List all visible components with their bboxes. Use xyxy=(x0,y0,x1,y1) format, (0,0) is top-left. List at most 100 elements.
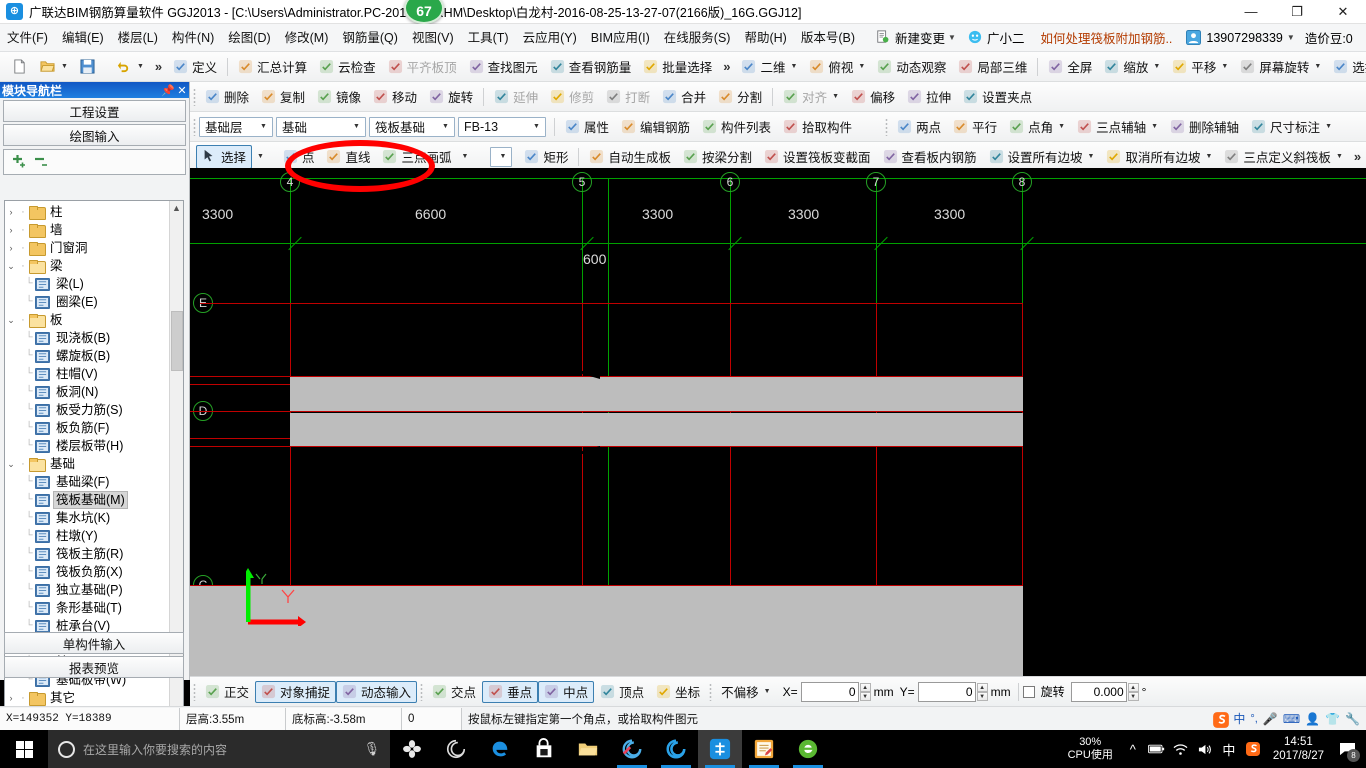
taskbar-sogou-icon[interactable] xyxy=(1241,730,1265,768)
drawing-input-button[interactable]: 绘图输入 xyxy=(3,124,186,146)
taskbar-sogou-pinwheel-icon[interactable] xyxy=(390,730,434,768)
toolbar-grip[interactable] xyxy=(709,682,713,701)
single-component-input-button[interactable]: 单构件输入 xyxy=(4,632,184,654)
slab-region-bottom[interactable] xyxy=(190,586,1023,676)
save-button[interactable] xyxy=(74,55,102,79)
assistant-button[interactable]: 广小二 xyxy=(962,28,1031,47)
toolbar-button-sigma-icon[interactable]: 汇总计算 xyxy=(232,55,313,79)
scroll-up-icon[interactable]: ▲ xyxy=(170,201,183,215)
style-combo[interactable]: ▼ xyxy=(490,146,513,167)
edit-button-move-icon[interactable]: 移动 xyxy=(367,85,423,109)
menu-item-5[interactable]: 修改(M) xyxy=(278,27,336,49)
view-button-fullscreen-icon[interactable]: 全屏 xyxy=(1042,55,1098,79)
drawing-canvas[interactable]: 45678EDC 33006600330033003300600 xyxy=(190,168,1366,676)
edit-button-set-grip-icon[interactable]: 设置夹点 xyxy=(957,85,1038,109)
view-button-select-floor-icon[interactable]: 选择楼层 xyxy=(1327,55,1366,79)
account-area[interactable]: 13907298339 ▼ xyxy=(1182,29,1298,46)
component-button-edit-rebar-icon[interactable]: 编辑钢筋 xyxy=(615,115,696,139)
component-button-component-list-icon[interactable]: 构件列表 xyxy=(696,115,777,139)
tree-item-12[interactable]: └ 板负筋(F) xyxy=(5,419,170,437)
bell-button[interactable] xyxy=(1359,30,1366,46)
axis-bubble-8[interactable]: 8 xyxy=(1012,172,1032,192)
tray-chevron-icon[interactable]: ^ xyxy=(1121,730,1145,768)
mic-icon[interactable]: 🎤 xyxy=(1263,712,1278,726)
menu-item-1[interactable]: 编辑(E) xyxy=(55,27,111,49)
chevron-down-icon[interactable]: ▼ xyxy=(1336,153,1343,160)
menu-item-8[interactable]: 工具(T) xyxy=(461,27,516,49)
toolbar-grip[interactable] xyxy=(193,682,196,701)
edit-button-copy-icon[interactable]: 复制 xyxy=(255,85,311,109)
user-icon[interactable]: 👤 xyxy=(1305,712,1320,726)
raft-button-three-point-slope-icon[interactable]: 三点定义斜筏板 ▼ xyxy=(1218,145,1348,169)
menu-item-10[interactable]: BIM应用(I) xyxy=(584,27,657,49)
tree-item-6[interactable]: ⌄ · 板 xyxy=(5,311,170,329)
edit-button-stretch-icon[interactable]: 拉伸 xyxy=(901,85,957,109)
new-file-button[interactable] xyxy=(6,55,34,79)
edit-button-mirror-icon[interactable]: 镜像 xyxy=(311,85,367,109)
taskbar-notepad-icon[interactable] xyxy=(742,730,786,768)
axis-button-dimension-icon[interactable]: 尺寸标注 ▼ xyxy=(1245,115,1338,139)
microphone-icon[interactable]: 🎙 xyxy=(363,741,380,757)
tree-item-13[interactable]: └ 楼层板带(H) xyxy=(5,437,170,455)
pin-icon[interactable]: 📌 xyxy=(161,84,175,97)
toolbar-grip[interactable] xyxy=(193,87,196,106)
wrench-icon[interactable]: 🔧 xyxy=(1345,712,1360,726)
axis-button-point-angle-icon[interactable]: 点角 ▼ xyxy=(1003,115,1071,139)
chevron-right-icon[interactable]: › xyxy=(5,207,17,217)
tree-item-11[interactable]: └ 板受力筋(S) xyxy=(5,401,170,419)
chevron-right-icon[interactable]: › xyxy=(5,693,17,703)
tree-item-21[interactable]: └ 独立基础(P) xyxy=(5,581,170,599)
view-button-screen-rotate-icon[interactable]: 屏幕旋转 ▼ xyxy=(1234,55,1327,79)
open-file-button[interactable]: ▼ xyxy=(34,55,74,79)
tree-item-14[interactable]: ⌄ · 基础 xyxy=(5,455,170,473)
toolbar1-overflow-left[interactable]: » xyxy=(150,59,167,74)
select-tool-button[interactable]: 选择 xyxy=(196,144,253,169)
keyboard-icon[interactable]: ⌨ xyxy=(1283,712,1300,726)
floor-select[interactable]: 基础层 ▼ xyxy=(199,116,273,137)
component-button-pick-component-icon[interactable]: 拾取构件 xyxy=(777,115,858,139)
snap-mode-midpoint-icon[interactable]: 中点 xyxy=(538,680,595,703)
raft-button-raft-section-icon[interactable]: 设置筏板变截面 xyxy=(758,145,877,169)
chevron-down-icon[interactable]: ▼ xyxy=(1151,123,1158,130)
chevron-down-icon[interactable]: ▼ xyxy=(1287,33,1295,42)
chevron-down-icon[interactable]: ▼ xyxy=(257,153,264,160)
project-settings-button[interactable]: 工程设置 xyxy=(3,100,186,122)
menu-item-2[interactable]: 楼层(L) xyxy=(111,27,165,49)
menu-item-0[interactable]: 文件(F) xyxy=(0,27,55,49)
taskbar-ime-icon[interactable]: 中 xyxy=(1217,730,1241,768)
raft-button-cancel-slope-icon[interactable]: 取消所有边坡 ▼ xyxy=(1100,145,1218,169)
axis-button-parallel-icon[interactable]: 平行 xyxy=(947,115,1003,139)
chevron-down-icon[interactable]: ▼ xyxy=(1221,63,1228,70)
view-button-top-view-icon[interactable]: 俯视 ▼ xyxy=(803,55,871,79)
edit-button-rotate-icon[interactable]: 旋转 xyxy=(423,85,479,109)
snap-mode-perpendicular-icon[interactable]: 垂点 xyxy=(482,680,539,703)
menu-item-12[interactable]: 帮助(H) xyxy=(737,27,793,49)
axis-button-two-point-icon[interactable]: 两点 xyxy=(891,115,947,139)
view-button-local-3d-icon[interactable]: 局部三维 xyxy=(952,55,1033,79)
y-spinner[interactable]: ▲ ▼ xyxy=(976,682,988,701)
taskbar-clock[interactable]: 14:51 2017/8/27 xyxy=(1265,735,1332,763)
start-button[interactable] xyxy=(0,730,48,768)
menu-item-6[interactable]: 钢筋量(Q) xyxy=(335,27,405,49)
tree-item-2[interactable]: › · 门窗洞 xyxy=(5,239,170,257)
taskbar-search[interactable]: 在这里输入你要搜索的内容 🎙 xyxy=(48,730,390,768)
taskbar-edge-icon[interactable] xyxy=(478,730,522,768)
offset-mode-select[interactable]: 不偏移 ▼ xyxy=(715,681,776,703)
taskbar-ggj-app-icon[interactable] xyxy=(698,730,742,768)
view-button-orbit-icon[interactable]: 动态观察 xyxy=(871,55,952,79)
chevron-down-icon[interactable]: ▼ xyxy=(948,33,956,42)
action-center-button[interactable]: 8 xyxy=(1332,730,1362,768)
x-spinner[interactable]: ▲ ▼ xyxy=(859,682,871,701)
battery-icon[interactable] xyxy=(1145,730,1169,768)
menu-item-11[interactable]: 在线服务(S) xyxy=(657,27,738,49)
ime-mode-label[interactable]: 中 xyxy=(1233,710,1245,727)
sogou-icon[interactable] xyxy=(1212,711,1230,728)
tree-item-22[interactable]: └ 条形基础(T) xyxy=(5,599,170,617)
volume-icon[interactable] xyxy=(1193,730,1217,768)
edit-button-merge-icon[interactable]: 合并 xyxy=(656,85,712,109)
chevron-down-icon[interactable]: ▼ xyxy=(1205,153,1212,160)
chevron-down-icon[interactable]: ▼ xyxy=(1088,153,1095,160)
tree-item-17[interactable]: └ 集水坑(K) xyxy=(5,509,170,527)
toolbar-grip[interactable] xyxy=(420,682,424,701)
chevron-down-icon[interactable]: ▼ xyxy=(496,153,509,160)
